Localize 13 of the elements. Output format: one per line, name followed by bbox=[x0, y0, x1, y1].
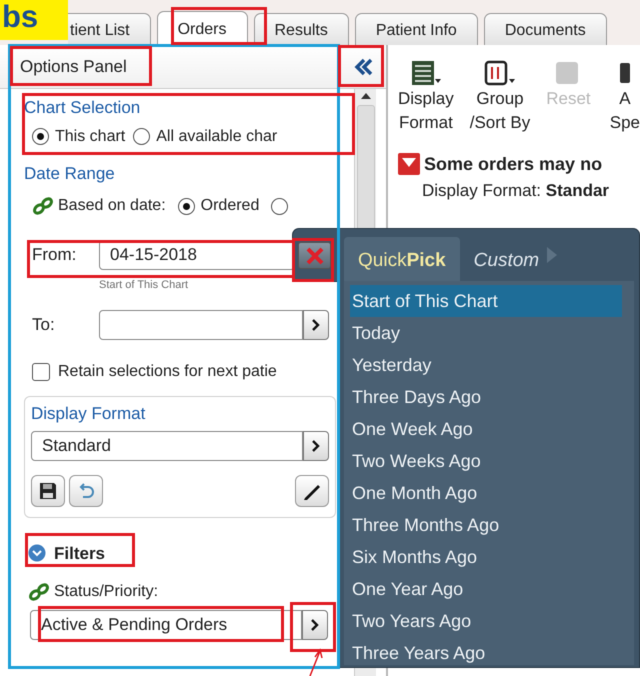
field-label: To: bbox=[32, 314, 56, 336]
field-hint: Start of This Chart bbox=[99, 279, 190, 292]
section-heading: Display Format bbox=[31, 403, 146, 426]
field-label: Based on date: bbox=[58, 196, 166, 216]
section-heading: Chart Selection bbox=[24, 97, 142, 119]
section-heading: Date Range bbox=[24, 162, 116, 184]
format-text: Display Format: Standar bbox=[422, 180, 610, 202]
field-label: From: bbox=[32, 244, 78, 266]
field-label: Status/Priority: bbox=[54, 582, 158, 602]
panel-title: Options Panel bbox=[20, 56, 127, 78]
corner-label: bs bbox=[0, 0, 68, 40]
section-heading: Filters bbox=[54, 542, 106, 565]
notice-text: Some orders may no bbox=[424, 152, 602, 176]
